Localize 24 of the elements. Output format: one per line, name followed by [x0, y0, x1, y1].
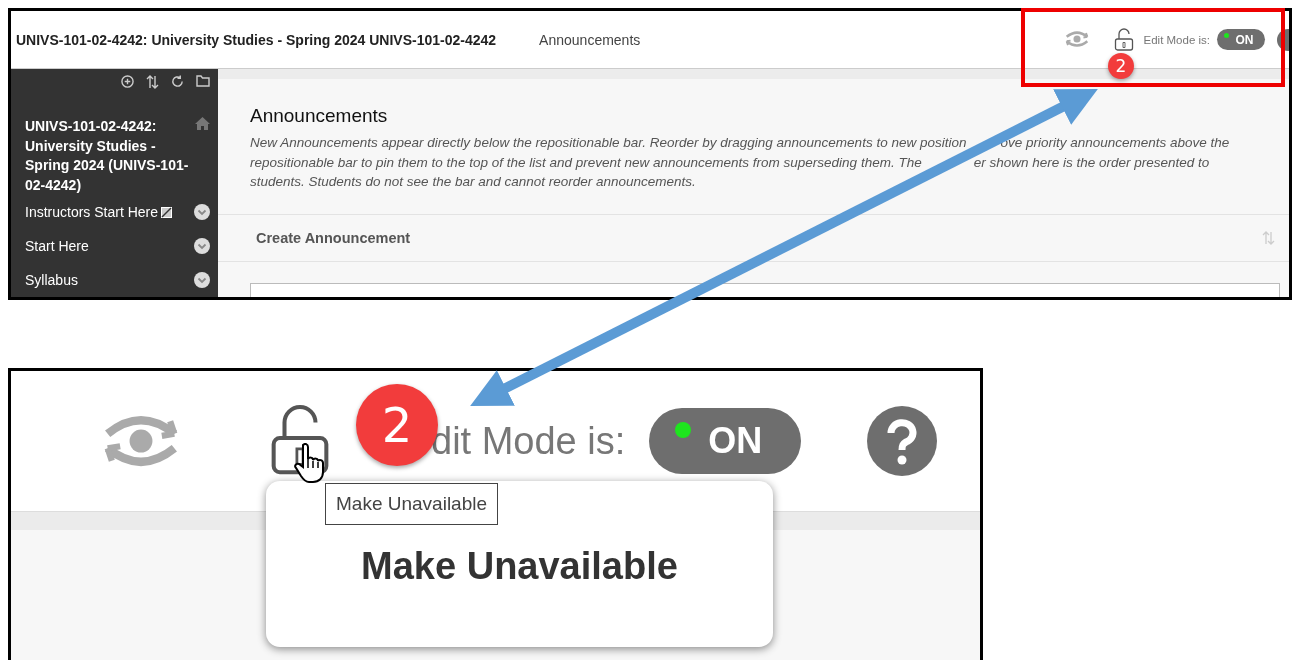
course-title: UNIVS-101-02-4242: University Studies - Spring 2024 UNIVS-101-02-4242 — [16, 31, 497, 48]
sidebar-course-title: UNIVS-101-02-4242: University Studies - Spring 2024 (UNIVS-101-02-4242) — [25, 117, 190, 195]
menu-item[interactable]: Start Here — [25, 238, 89, 254]
add-icon[interactable] — [121, 75, 134, 88]
edit-mode-toggle[interactable]: ON — [649, 408, 802, 474]
sort-icon[interactable] — [146, 75, 159, 89]
folder-icon[interactable] — [196, 75, 210, 87]
chevron-down-icon[interactable] — [194, 272, 210, 288]
menu-item[interactable]: Instructors Start Here — [25, 204, 159, 220]
refresh-icon[interactable] — [171, 75, 184, 88]
hidden-status-icon — [161, 206, 173, 218]
tooltip-text: Make Unavailable — [325, 483, 499, 525]
menu-item[interactable]: Syllabus — [25, 272, 78, 288]
home-icon[interactable] — [195, 117, 210, 130]
chevron-down-icon[interactable] — [194, 204, 210, 220]
create-announcement-link[interactable]: Create Announcement — [256, 229, 411, 246]
unlock-icon[interactable] — [1113, 27, 1134, 52]
edit-mode-label: Edit Mode is: — [1143, 33, 1210, 46]
popup-title: Make Unavailable — [361, 544, 678, 588]
edit-mode-toggle[interactable]: ON — [1217, 29, 1265, 50]
breadcrumb-link[interactable]: Announcements — [539, 31, 641, 48]
page-title: Announcements — [250, 105, 389, 127]
help-icon[interactable] — [867, 406, 938, 476]
chevron-down-icon[interactable] — [194, 238, 210, 254]
